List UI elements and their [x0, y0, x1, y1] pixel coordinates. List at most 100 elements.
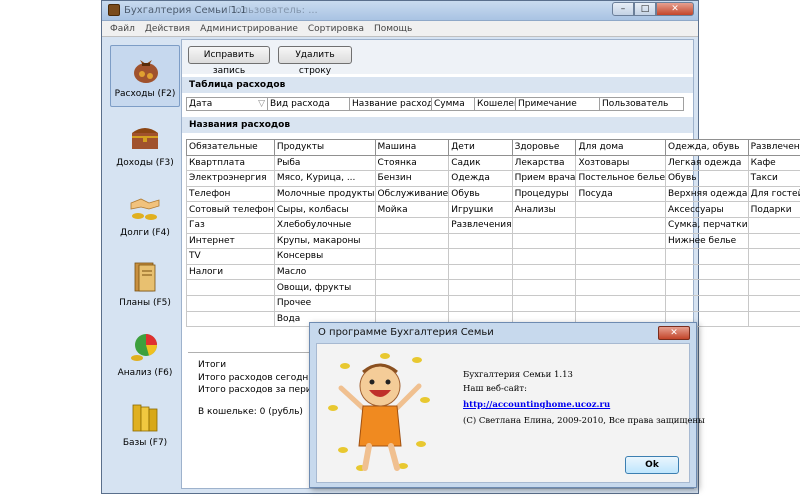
menu-help[interactable]: Помощь	[374, 24, 412, 34]
grid-cell[interactable]	[747, 294, 800, 312]
grid-cell[interactable]	[511, 216, 577, 234]
grid-cell[interactable]: Интернет	[186, 232, 275, 250]
grid-cell[interactable]	[511, 248, 577, 265]
grid-cell[interactable]	[664, 294, 749, 312]
grid-cell[interactable]: Игрушки	[448, 201, 513, 218]
grid-cell[interactable]	[374, 216, 450, 234]
grid-header[interactable]: Одежда, обувь	[664, 139, 749, 156]
grid-cell[interactable]	[747, 279, 800, 296]
grid-cell[interactable]	[575, 248, 666, 265]
minimize-button[interactable]: –	[612, 2, 634, 16]
grid-cell[interactable]: Газ	[186, 216, 275, 234]
grid-cell[interactable]: TV	[186, 248, 275, 265]
grid-cell[interactable]: Верхняя одежда	[664, 185, 749, 203]
grid-cell[interactable]	[575, 201, 666, 218]
grid-cell[interactable]	[575, 216, 666, 234]
grid-cell[interactable]: Электроэнергия	[186, 170, 275, 187]
menu-actions[interactable]: Действия	[145, 24, 190, 34]
grid-cell[interactable]	[374, 294, 450, 312]
ok-button[interactable]: Ok	[625, 456, 679, 474]
grid-cell[interactable]	[186, 279, 275, 296]
grid-cell[interactable]	[575, 232, 666, 250]
about-website-link[interactable]: http://accountinghome.ucoz.ru	[463, 400, 610, 410]
grid-cell[interactable]: Одежда	[448, 170, 513, 187]
grid-cell[interactable]	[374, 279, 450, 296]
grid-cell[interactable]: Нижнее белье	[664, 232, 749, 250]
grid-cell[interactable]: Кафе	[747, 154, 800, 172]
nav-expenses[interactable]: Расходы (F2)	[110, 45, 180, 107]
grid-cell[interactable]	[374, 232, 450, 250]
grid-cell[interactable]: Мойка	[374, 201, 450, 218]
grid-cell[interactable]: Подарки	[747, 201, 800, 218]
col-wallet[interactable]: Кошелек	[475, 97, 516, 111]
grid-header[interactable]: Обязательные	[186, 139, 275, 156]
close-button[interactable]: ✕	[656, 2, 694, 16]
nav-debts[interactable]: Долги (F4)	[110, 185, 180, 247]
grid-cell[interactable]: Такси	[747, 170, 800, 187]
grid-cell[interactable]: Рыба	[273, 154, 376, 172]
grid-cell[interactable]	[575, 263, 666, 281]
grid-cell[interactable]: Развлечения	[448, 216, 513, 234]
grid-cell[interactable]: Обувь	[448, 185, 513, 203]
grid-cell[interactable]	[374, 263, 450, 281]
col-type[interactable]: Вид расхода	[268, 97, 350, 111]
about-close-button[interactable]: ✕	[658, 326, 690, 340]
grid-cell[interactable]: Хозтовары	[575, 154, 666, 172]
grid-cell[interactable]: Хлебобулочные	[273, 216, 376, 234]
grid-cell[interactable]: Садик	[448, 154, 513, 172]
col-sum[interactable]: Сумма	[432, 97, 475, 111]
nav-databases[interactable]: Базы (F7)	[110, 395, 180, 457]
grid-cell[interactable]: Мясо, Курица, ...	[273, 170, 376, 187]
grid-cell[interactable]	[575, 294, 666, 312]
grid-cell[interactable]: Стоянка	[374, 154, 450, 172]
grid-cell[interactable]	[448, 263, 513, 281]
grid-cell[interactable]: Легкая одежда	[664, 154, 749, 172]
menu-file[interactable]: Файл	[110, 24, 135, 34]
maximize-button[interactable]: □	[634, 2, 656, 16]
menu-sort[interactable]: Сортировка	[308, 24, 364, 34]
nav-income[interactable]: Доходы (F3)	[110, 115, 180, 177]
grid-cell[interactable]	[511, 263, 577, 281]
grid-header[interactable]: Здоровье	[511, 139, 577, 156]
grid-cell[interactable]: Прием врача	[511, 170, 577, 187]
grid-cell[interactable]: Овощи, фрукты	[273, 279, 376, 296]
col-user[interactable]: Пользователь	[600, 97, 684, 111]
grid-cell[interactable]: Сумка, перчатки	[664, 216, 749, 234]
grid-cell[interactable]: Для гостей	[747, 185, 800, 203]
grid-cell[interactable]: Прочее	[273, 294, 376, 312]
grid-cell[interactable]	[448, 279, 513, 296]
grid-cell[interactable]: Крупы, макароны	[273, 232, 376, 250]
grid-cell[interactable]: Обслуживание	[374, 185, 450, 203]
grid-cell[interactable]: Аксессуары	[664, 201, 749, 218]
grid-header[interactable]: Развлечения	[747, 139, 800, 156]
grid-header[interactable]: Машина	[374, 139, 450, 156]
grid-cell[interactable]	[747, 310, 800, 328]
nav-analysis[interactable]: Анализ (F6)	[110, 325, 180, 387]
grid-cell[interactable]	[664, 263, 749, 281]
grid-cell[interactable]: Лекарства	[511, 154, 577, 172]
grid-cell[interactable]: Телефон	[186, 185, 275, 203]
grid-header[interactable]: Дети	[448, 139, 513, 156]
grid-header[interactable]: Для дома	[575, 139, 666, 156]
grid-cell[interactable]	[448, 232, 513, 250]
grid-cell[interactable]	[511, 279, 577, 296]
grid-cell[interactable]	[374, 248, 450, 265]
grid-cell[interactable]	[747, 232, 800, 250]
grid-cell[interactable]: Сотовый телефон	[186, 201, 275, 218]
edit-record-button[interactable]: Исправить запись	[188, 46, 270, 76]
grid-cell[interactable]	[511, 294, 577, 312]
grid-header[interactable]: Продукты	[273, 139, 376, 156]
grid-cell[interactable]	[511, 232, 577, 250]
grid-cell[interactable]: Анализы	[511, 201, 577, 218]
grid-cell[interactable]	[186, 294, 275, 312]
grid-cell[interactable]: Постельное белье	[575, 170, 666, 187]
grid-cell[interactable]	[448, 248, 513, 265]
grid-cell[interactable]: Посуда	[575, 185, 666, 203]
grid-cell[interactable]	[747, 216, 800, 234]
grid-cell[interactable]: Консервы	[273, 248, 376, 265]
grid-cell[interactable]	[664, 279, 749, 296]
delete-row-button[interactable]: Удалить строку	[278, 46, 352, 76]
grid-cell[interactable]	[575, 279, 666, 296]
grid-cell[interactable]	[664, 248, 749, 265]
grid-cell[interactable]: Процедуры	[511, 185, 577, 203]
